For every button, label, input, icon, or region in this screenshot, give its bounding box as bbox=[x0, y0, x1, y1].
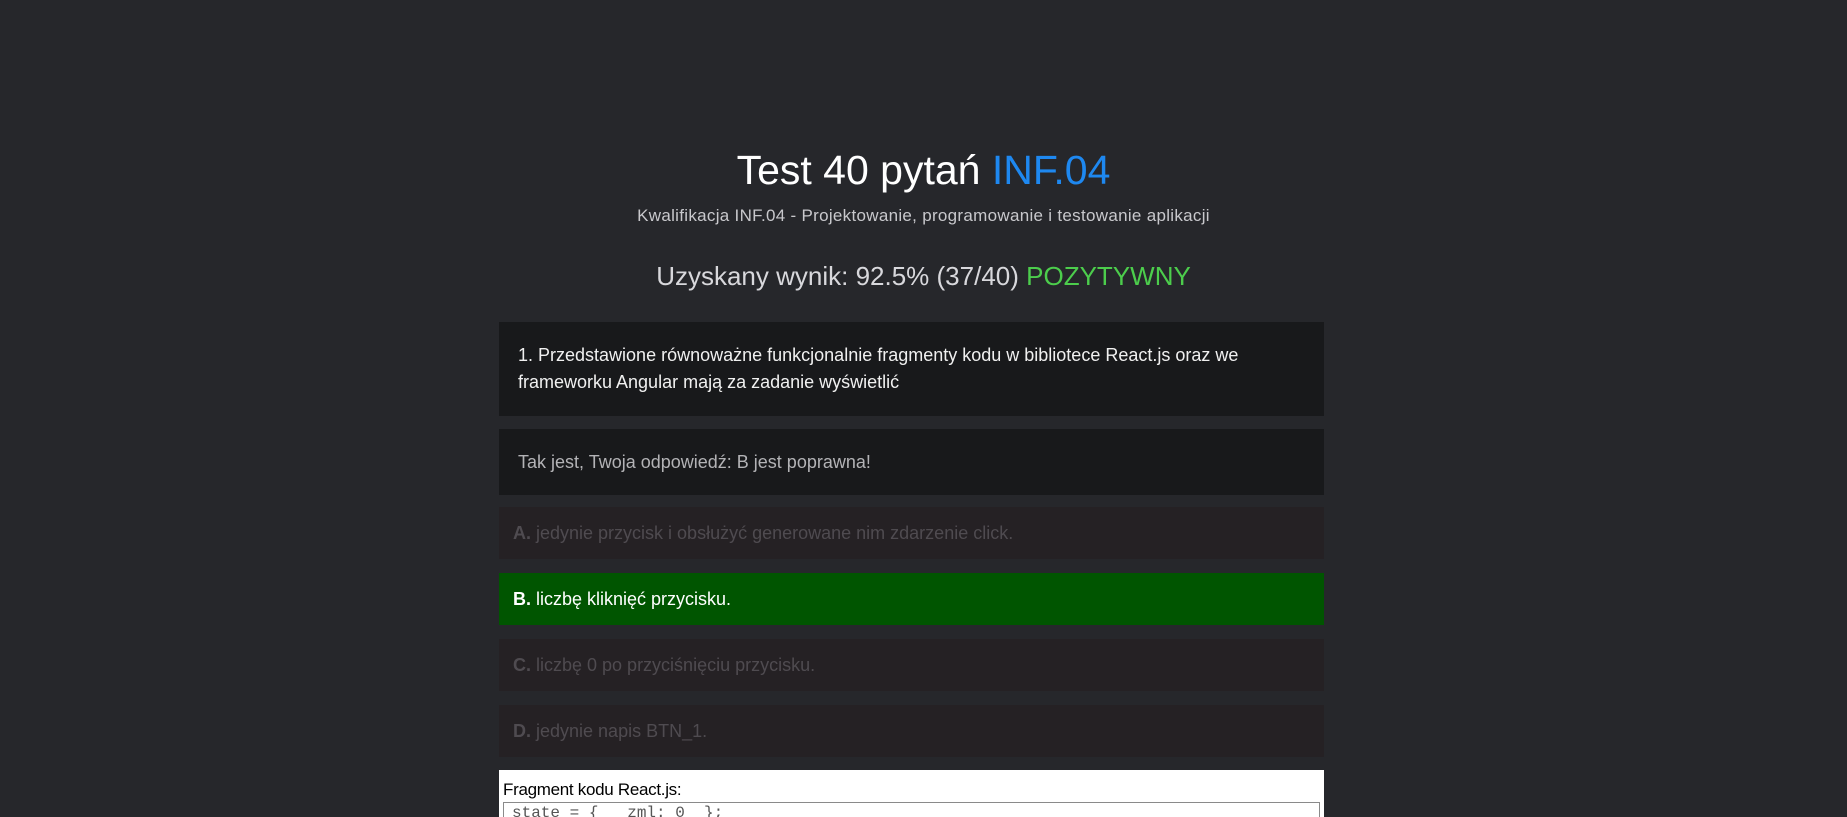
answer-text: liczbę kliknięć przycisku. bbox=[536, 589, 732, 609]
result-score: Uzyskany wynik: 92.5% (37/40) bbox=[656, 261, 1019, 291]
page-subtitle: Kwalifikacja INF.04 - Projektowanie, pro… bbox=[637, 206, 1210, 225]
code-image-panel: Fragment kodu React.js: state = { zml: 0… bbox=[499, 770, 1324, 817]
answer-option-c[interactable]: C. liczbę 0 po przyciśnięciu przycisku. bbox=[499, 639, 1324, 691]
page-title-main: Test 40 pytań bbox=[736, 147, 981, 193]
code-label: Fragment kodu React.js: bbox=[503, 780, 682, 799]
answer-feedback: Tak jest, Twoja odpowiedź: B jest popraw… bbox=[499, 429, 1324, 495]
answer-text: jedynie przycisk i obsłużyć generowane n… bbox=[536, 523, 1014, 543]
result-summary: Uzyskany wynik: 92.5% (37/40) POZYTYWNY bbox=[0, 261, 1847, 291]
answer-option-b[interactable]: B. liczbę kliknięć przycisku. bbox=[499, 573, 1324, 625]
answer-text: jedynie napis BTN_1. bbox=[536, 721, 708, 741]
answer-text: liczbę 0 po przyciśnięciu przycisku. bbox=[536, 655, 816, 675]
answer-letter: D. bbox=[513, 721, 531, 741]
answer-letter: C. bbox=[513, 655, 531, 675]
result-status-badge: POZYTYWNY bbox=[1026, 261, 1191, 291]
answer-option-a[interactable]: A. jedynie przycisk i obsłużyć generowane… bbox=[499, 507, 1324, 559]
question-text: 1. Przedstawione równoważne funkcjonalni… bbox=[499, 322, 1324, 416]
answer-letter: A. bbox=[513, 523, 531, 543]
answer-letter: B. bbox=[513, 589, 531, 609]
code-snippet: state = { zml: 0 }; bbox=[503, 802, 1320, 817]
answer-option-d[interactable]: D. jedynie napis BTN_1. bbox=[499, 705, 1324, 757]
page-title: Test 40 pytań INF.04 bbox=[0, 146, 1847, 194]
page-title-accent: INF.04 bbox=[991, 147, 1111, 193]
